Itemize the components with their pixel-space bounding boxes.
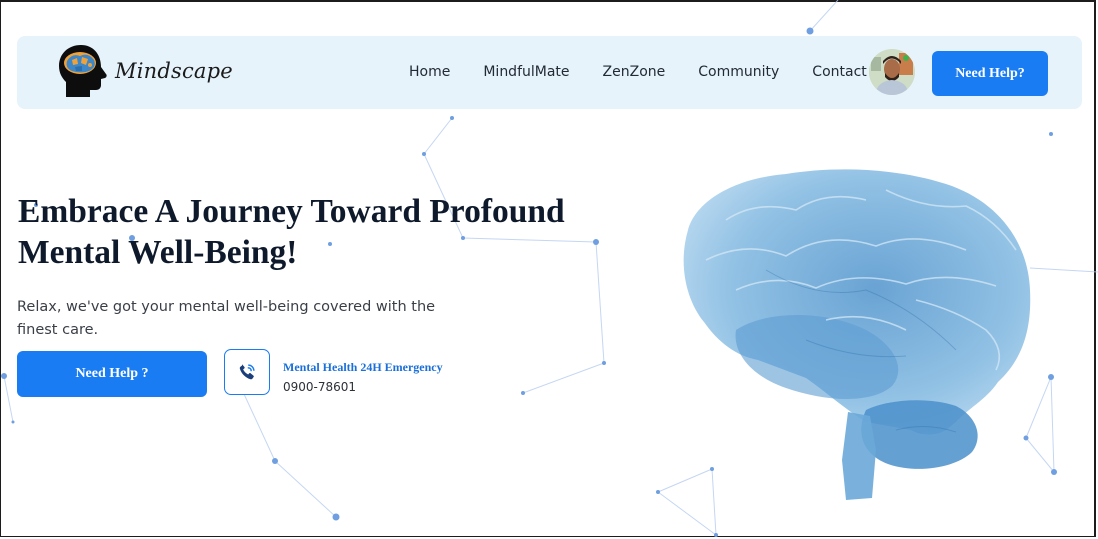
emergency-phone-button[interactable] (224, 349, 270, 395)
phone-call-icon (239, 364, 255, 380)
brand-name: Mindscape (115, 59, 233, 83)
brand-logo[interactable]: Mindscape (55, 43, 233, 99)
hero-subtitle: Relax, we've got your mental well-being … (17, 299, 436, 338)
emergency-phone-number[interactable]: 0900-78601 (283, 380, 356, 394)
nav-links: Home MindfulMate ZenZone Community Conta… (409, 64, 900, 80)
navbar: Mindscape Home MindfulMate ZenZone Commu… (17, 36, 1082, 109)
brain-3d-illustration (683, 169, 1031, 500)
nav-link-zenzone[interactable]: ZenZone (603, 64, 666, 80)
nav-link-mindfulmate[interactable]: MindfulMate (483, 64, 569, 80)
nav-need-help-button[interactable]: Need Help? (932, 51, 1048, 96)
hero-title: Embrace A Journey Toward Profound Mental… (18, 193, 565, 271)
hero-need-help-button[interactable]: Need Help ? (17, 351, 207, 397)
nav-link-contact[interactable]: Contact (812, 64, 866, 80)
nav-link-community[interactable]: Community (698, 64, 779, 80)
avatar-photo (869, 49, 915, 95)
user-avatar[interactable] (869, 49, 915, 95)
emergency-label: Mental Health 24H Emergency (283, 360, 443, 374)
nav-link-home[interactable]: Home (409, 64, 450, 80)
head-puzzle-brain-icon (59, 45, 107, 97)
